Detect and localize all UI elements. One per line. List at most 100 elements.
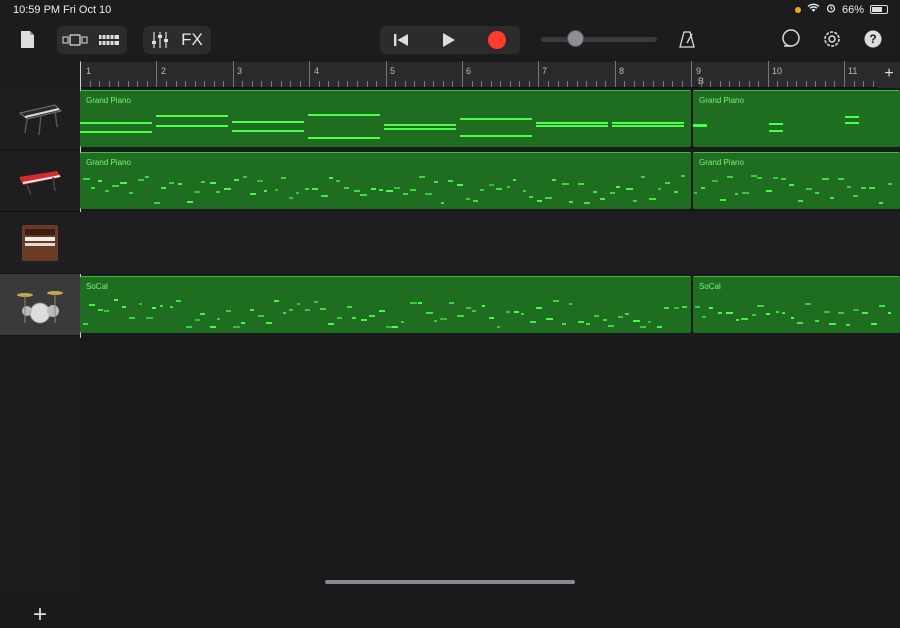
region[interactable]: Grand Piano — [80, 90, 691, 147]
midi-note — [530, 321, 537, 324]
region[interactable]: Grand Piano — [80, 152, 691, 209]
midi-note — [496, 187, 503, 190]
track-header-organ[interactable] — [0, 212, 80, 274]
wifi-icon — [807, 3, 820, 16]
midi-note — [822, 177, 829, 180]
go-to-beginning-button[interactable] — [388, 30, 414, 50]
midi-note — [640, 326, 647, 329]
midi-note — [765, 313, 770, 316]
midi-note — [695, 305, 701, 308]
track-header-grand-piano[interactable] — [0, 88, 80, 150]
midi-note — [232, 120, 304, 123]
ruler-tick — [662, 81, 664, 87]
midi-note — [798, 199, 804, 202]
region[interactable]: Grand Piano — [693, 90, 900, 147]
browser-view-button[interactable] — [60, 30, 90, 50]
tracks-view-icon — [99, 35, 119, 45]
my-songs-button[interactable] — [16, 28, 38, 50]
region[interactable]: SoCal — [693, 276, 900, 333]
help-button[interactable]: ? — [862, 28, 884, 50]
ruler-tick — [433, 81, 435, 87]
mixer-button[interactable] — [147, 30, 173, 50]
track-lane-synth: Grand Piano Grand Piano — [80, 150, 900, 212]
midi-note — [594, 314, 600, 317]
ruler-tick — [872, 81, 874, 87]
ruler-tick — [586, 81, 588, 87]
midi-note — [152, 307, 156, 310]
midi-note — [145, 176, 149, 179]
midi-note — [400, 321, 404, 323]
region[interactable]: SoCal — [80, 276, 691, 333]
midi-note — [434, 180, 438, 183]
midi-note — [186, 325, 192, 328]
add-track-button[interactable]: + — [28, 603, 52, 627]
midi-note — [734, 192, 739, 195]
midi-note — [616, 185, 620, 188]
ruler-tick — [299, 81, 301, 87]
midi-note — [522, 190, 526, 193]
ruler-tick — [118, 81, 120, 87]
drum-kit-icon — [17, 290, 63, 323]
empty-track-area[interactable] — [80, 338, 900, 591]
battery-percent: 66% — [841, 3, 864, 16]
record-button[interactable] — [484, 30, 510, 50]
midi-note — [608, 324, 615, 327]
midi-note — [312, 187, 319, 190]
midi-note — [113, 299, 118, 302]
loop-browser-button[interactable] — [779, 27, 803, 51]
midi-note — [649, 197, 656, 200]
ruler-tick — [528, 81, 530, 87]
settings-button[interactable] — [820, 27, 844, 51]
midi-note — [120, 181, 127, 184]
midi-note — [90, 186, 95, 189]
midi-note — [460, 118, 532, 121]
midi-note — [879, 202, 883, 205]
play-button[interactable] — [436, 30, 462, 50]
midi-note — [233, 178, 239, 181]
midi-note — [757, 305, 764, 308]
midi-note — [640, 176, 645, 179]
midi-note — [781, 178, 786, 181]
ruler-tick — [547, 81, 549, 87]
ruler-tick — [204, 81, 206, 87]
midi-note — [210, 182, 216, 185]
region-name: SoCal — [699, 282, 721, 291]
volume-knob[interactable] — [567, 30, 584, 47]
ruler-tick — [605, 81, 607, 87]
midi-note — [305, 188, 309, 191]
ruler-tick — [223, 81, 225, 87]
midi-note — [665, 181, 670, 184]
midi-note — [242, 175, 247, 178]
ruler-tick — [347, 81, 349, 87]
midi-note — [138, 178, 144, 181]
ruler-tick — [309, 61, 311, 87]
mixer-fx-group: FX — [143, 26, 211, 54]
ruler-tick — [213, 81, 215, 87]
ruler-tick — [614, 61, 616, 87]
midi-note — [845, 121, 859, 124]
ruler-tick — [146, 81, 148, 87]
ruler-tick — [538, 61, 540, 87]
bar-number: 11 — [848, 66, 858, 76]
region[interactable]: Grand Piano — [693, 152, 900, 209]
midi-note — [879, 305, 886, 308]
timeline-ruler[interactable]: 1 2 3 4 5 6 7 8 9 10 11 B — [80, 61, 900, 88]
home-indicator[interactable] — [325, 580, 575, 584]
midi-note — [280, 176, 286, 179]
fx-button[interactable]: FX — [177, 30, 207, 50]
region-name: Grand Piano — [86, 96, 131, 105]
midi-note — [481, 305, 485, 308]
metronome-button[interactable] — [676, 28, 698, 50]
ruler-tick — [777, 81, 779, 87]
midi-note — [176, 299, 182, 302]
ruler-tick — [490, 81, 492, 87]
track-header-drums[interactable] — [0, 274, 80, 336]
tracks-view-button[interactable] — [95, 30, 123, 50]
midi-note — [536, 122, 608, 125]
master-volume-slider[interactable] — [541, 37, 657, 42]
midi-note — [410, 189, 417, 192]
skip-back-icon — [394, 34, 408, 46]
add-section-button[interactable]: + — [878, 62, 900, 88]
track-header-synth[interactable] — [0, 150, 80, 212]
midi-note — [726, 175, 734, 178]
